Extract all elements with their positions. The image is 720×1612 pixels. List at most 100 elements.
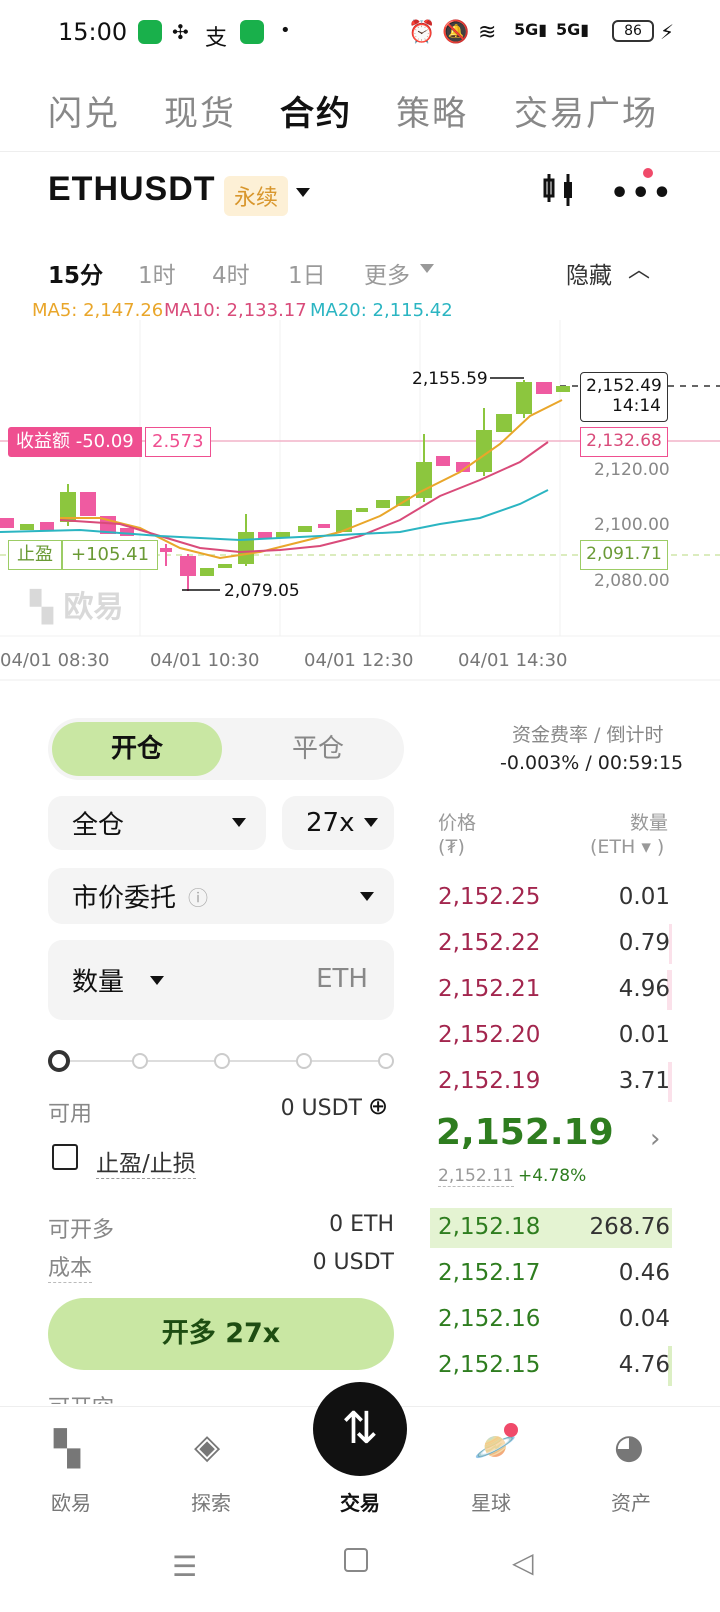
ask-qty: 0.79 [618, 930, 670, 956]
instrument-symbol[interactable]: ETHUSDT [48, 170, 216, 209]
wifi-icon: ≋ [478, 20, 497, 45]
watermark-logo-icon: ▚ [30, 590, 64, 625]
price-axis-label: 2,120.00 [594, 460, 670, 480]
grid-app-icon: ✣ [172, 20, 189, 44]
bid-row[interactable]: 2,152.16 0.04 [430, 1300, 672, 1340]
okx-logo-icon[interactable]: ▚ [54, 1429, 80, 1469]
open-long-button[interactable]: 开多 27x [48, 1298, 394, 1370]
more-timeframes-caret-icon [420, 264, 434, 273]
can-open-short-label: 可开空 [48, 1390, 114, 1404]
okx-watermark: ▚ 欧易 [30, 582, 124, 626]
quantity-unit: ETH [316, 964, 368, 994]
time-axis-label: 04/01 08:30 [0, 650, 110, 671]
pnl-label[interactable]: 收益额 -50.09 [8, 427, 142, 457]
quantity-label: 数量 [72, 967, 125, 998]
time-axis-label: 04/01 12:30 [304, 650, 414, 671]
pnl-value: 2.573 [145, 427, 211, 457]
instrument-dropdown-icon[interactable] [296, 188, 310, 197]
price-axis-label: 2,080.00 [594, 571, 670, 591]
quantity-input[interactable]: 数量 ETH [48, 940, 394, 1020]
cost-label: 成本 [48, 1250, 93, 1283]
pnl-price-tag: 2,132.68 [580, 427, 668, 457]
chevron-down-icon [364, 818, 378, 827]
timeframe-15m[interactable]: 15分 [48, 256, 103, 290]
assets-pie-icon[interactable]: ◕ [614, 1427, 644, 1467]
order-type-select[interactable]: 市价委托 ⓘ [48, 868, 394, 924]
add-funds-icon[interactable]: ⊕ [368, 1092, 388, 1120]
bid-price: 2,152.17 [438, 1260, 541, 1286]
leverage-select[interactable]: 27x [282, 796, 394, 850]
last-price-tag-value: 2,152.49 [586, 376, 662, 396]
price-chart[interactable] [0, 296, 720, 686]
charging-icon: ⚡ [660, 20, 675, 44]
nav-trade[interactable]: 交易 [315, 1487, 405, 1516]
bid-price: 2,152.15 [438, 1352, 541, 1378]
quantity-unit-dropdown-icon[interactable] [150, 976, 164, 985]
signal-5g-icon-2: 5G▮ [556, 20, 590, 39]
slider-tick-100[interactable] [378, 1053, 394, 1069]
margin-mode-select[interactable]: 全仓 [48, 796, 266, 850]
timeframe-4h[interactable]: 4时 [212, 256, 250, 290]
tab-strategy[interactable]: 策略 [396, 86, 468, 135]
watermark-text: 欧易 [63, 590, 124, 625]
ask-row[interactable]: 2,152.19 3.71 [430, 1062, 672, 1102]
candle-countdown: 14:14 [612, 396, 661, 416]
chevron-right-icon[interactable]: › [650, 1124, 660, 1154]
bid-price: 2,152.18 [438, 1214, 541, 1240]
margin-mode-value: 全仓 [72, 810, 125, 841]
info-icon[interactable]: ⓘ [188, 882, 208, 911]
nav-planet[interactable]: 星球 [446, 1487, 536, 1516]
tab-trading-plaza[interactable]: 交易广场 [514, 86, 658, 135]
take-profit-label[interactable]: 止盈 [8, 540, 62, 570]
slider-tick-25[interactable] [132, 1053, 148, 1069]
menu-icon[interactable]: ☰ [172, 1550, 197, 1583]
tpsl-label[interactable]: 止盈/止损 [96, 1144, 196, 1179]
more-options-icon[interactable]: ••• [610, 176, 674, 211]
ask-row[interactable]: 2,152.25 0.01 [430, 878, 672, 918]
swap-arrows-icon: ⇅ [341, 1403, 379, 1454]
time-axis-label: 04/01 10:30 [150, 650, 260, 671]
timeframe-1d[interactable]: 1日 [288, 256, 326, 290]
tab-futures[interactable]: 合约 [280, 86, 352, 135]
hide-chart-toggle[interactable]: 隐藏 [566, 256, 612, 290]
nav-explore[interactable]: 探索 [166, 1487, 256, 1516]
back-icon[interactable]: ◁ [512, 1546, 534, 1579]
status-time: 15:00 [58, 18, 128, 46]
open-close-toggle: 开仓 平仓 [48, 718, 404, 780]
timeframe-1h[interactable]: 1时 [138, 256, 176, 290]
nav-assets[interactable]: 资产 [586, 1487, 676, 1516]
tab-spot[interactable]: 现货 [164, 86, 236, 135]
qty-unit-selector[interactable]: (ETH ▾ ) [590, 836, 664, 858]
bid-row[interactable]: 2,152.15 4.76 [430, 1346, 672, 1386]
timeframe-more[interactable]: 更多 [364, 256, 410, 290]
mark-price: 2,152.11 [438, 1166, 514, 1187]
nav-okx[interactable]: 欧易 [26, 1487, 116, 1516]
funding-rate-value: -0.003% / 00:59:15 [500, 752, 684, 774]
slider-tick-50[interactable] [214, 1053, 230, 1069]
leverage-value: 27x [306, 808, 355, 838]
bid-price: 2,152.16 [438, 1306, 541, 1332]
bid-row[interactable]: 2,152.17 0.46 [430, 1254, 672, 1294]
home-icon[interactable] [344, 1548, 368, 1572]
candlestick-chart-icon[interactable] [540, 170, 580, 210]
ask-row[interactable]: 2,152.22 0.79 [430, 924, 672, 964]
price-unit: (₮) [438, 836, 465, 858]
trade-fab-button[interactable]: ⇅ [313, 1382, 407, 1476]
high-price-label: 2,155.59 [412, 369, 488, 389]
ask-row[interactable]: 2,152.20 0.01 [430, 1016, 672, 1056]
slider-tick-75[interactable] [296, 1053, 312, 1069]
chevron-up-icon[interactable]: ︿ [628, 252, 650, 284]
close-position-tab[interactable]: 平仓 [238, 722, 398, 776]
ask-row[interactable]: 2,152.21 4.96 [430, 970, 672, 1010]
phone-app-icon [138, 20, 162, 44]
quantity-slider-handle[interactable] [48, 1050, 70, 1072]
chevron-down-icon [360, 892, 374, 901]
low-price-label: 2,079.05 [224, 581, 300, 601]
bid-row[interactable]: 2,152.18 268.76 [430, 1208, 672, 1248]
tpsl-checkbox[interactable] [52, 1144, 78, 1170]
funding-rate-label: 资金费率 / 倒计时 [512, 724, 664, 746]
open-position-tab[interactable]: 开仓 [52, 722, 222, 776]
tab-convert[interactable]: 闪兑 [48, 86, 120, 135]
ask-qty: 3.71 [618, 1068, 670, 1094]
explore-compass-icon[interactable]: ◈ [194, 1427, 220, 1467]
